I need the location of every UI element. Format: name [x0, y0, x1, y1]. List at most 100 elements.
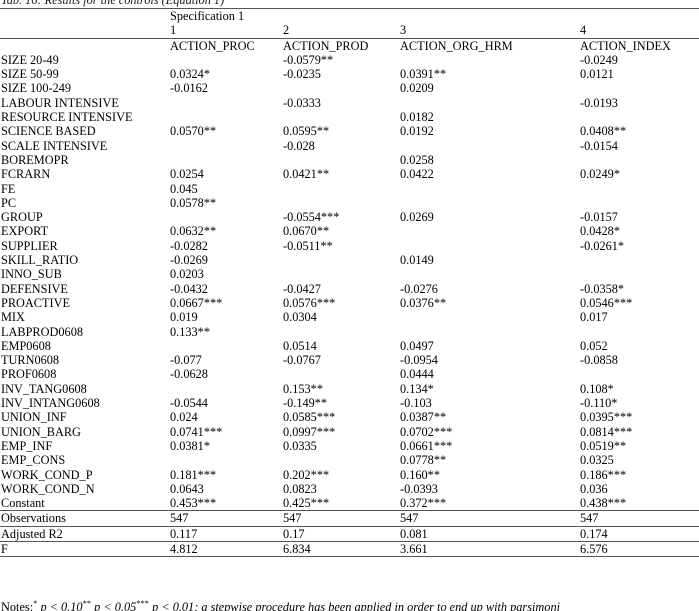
- coefficient-cell: [283, 267, 400, 281]
- coefficient-cell: -0.0282: [170, 238, 208, 253]
- table-row: DEFENSIVE -0.0432 -0.0427 -0.0276 -0.0358*: [0, 282, 699, 296]
- row-label: MIX: [1, 310, 25, 325]
- coefficient-cell: [283, 196, 400, 210]
- dependent-variable-row: ACTION_PROC ACTION_PROD ACTION_ORG_HRM A…: [0, 38, 699, 53]
- coefficient-cell: [170, 382, 283, 396]
- coefficient-cell: 0.036: [580, 481, 608, 496]
- summary-cell: 0.174: [580, 526, 699, 542]
- coefficient-cell: 0.372***: [400, 496, 580, 512]
- coefficient-cell: -0.0358*: [580, 281, 625, 296]
- summary-row-label: Adjusted R2: [0, 526, 170, 542]
- coefficient-cell: 0.425***: [283, 496, 400, 512]
- row-label: PROF0608: [1, 367, 57, 382]
- coefficient-cell: [400, 196, 580, 210]
- coefficient-cell: [580, 153, 699, 167]
- document-page: Tab. 16: Results for the controls (Equat…: [0, 0, 699, 611]
- table-row: RESOURCE INTENSIVE 0.0182: [0, 110, 699, 124]
- coefficient-cell: [283, 182, 400, 196]
- coefficient-cell: [283, 110, 400, 124]
- coefficient-cell: -0.0432: [170, 281, 208, 296]
- coefficient-cell: [580, 253, 699, 267]
- coefficient-cell: 0.0387**: [400, 410, 447, 425]
- coefficient-cell: 0.0254: [170, 167, 204, 182]
- coefficient-cell: [580, 110, 699, 124]
- coefficient-cell: -0.0427: [283, 281, 321, 296]
- coefficient-cell: [170, 139, 283, 153]
- coefficient-cell: -0.0269: [170, 253, 208, 268]
- coefficient-cell: 0.052: [580, 338, 608, 353]
- coefficient-cell: 0.0519**: [580, 438, 627, 453]
- coefficient-cell: [400, 239, 580, 253]
- row-label: SIZE 100-249: [1, 81, 72, 96]
- coefficient-cell: 0.0570**: [170, 124, 217, 139]
- coefficient-cell: 0.0391**: [400, 67, 447, 82]
- coefficient-cell: [170, 110, 283, 124]
- table-row: WORK_COND_N 0.0643 0.0823 -0.0393 0.036: [0, 482, 699, 496]
- coefficient-cell: 0.438***: [580, 496, 699, 512]
- coefficient-cell: 0.0595**: [283, 124, 330, 139]
- coefficient-cell: -0.0333: [283, 95, 321, 110]
- summary-row-label: Observations: [0, 510, 170, 527]
- row-label: SUPPLIER: [1, 238, 58, 253]
- spec-group-spacer: [0, 8, 170, 24]
- coefficient-cell: -0.028: [283, 138, 315, 153]
- spec-group-label: Specification 1: [170, 8, 699, 24]
- table-row: FE 0.045: [0, 182, 699, 196]
- coefficient-cell: [400, 96, 580, 110]
- column-number-2: 2: [283, 23, 400, 39]
- row-label: WORK_COND_N: [1, 481, 95, 496]
- coefficient-cell: 0.153**: [283, 381, 323, 396]
- summary-cell: 6.834: [283, 541, 400, 558]
- summary-row: Adjusted R2 0.117 0.17 0.081 0.174: [0, 526, 699, 542]
- coefficient-cell: 0.453***: [170, 496, 283, 512]
- coefficient-cell: 0.024: [170, 410, 198, 425]
- spec-group-row: Specification 1: [0, 8, 699, 24]
- column-number-row: 1 2 3 4: [0, 23, 699, 39]
- column-number-4: 4: [580, 23, 699, 39]
- coefficient-cell: -0.0261*: [580, 238, 625, 253]
- summary-cell: 3.661: [400, 541, 580, 558]
- coefficient-cell: 0.0421**: [283, 167, 330, 182]
- coefficient-cell: [580, 267, 699, 281]
- notes-sig3-text: p < 0.01; a stepwise procedure has been …: [152, 600, 561, 611]
- table-row: SCIENCE BASED 0.0570** 0.0595** 0.0192 0.040…: [0, 124, 699, 138]
- coefficient-cell: -0.0249: [580, 52, 618, 67]
- coefficient-cell: 0.0578**: [170, 195, 217, 210]
- row-label: FCRARN: [1, 167, 51, 182]
- coefficient-cell: [400, 182, 580, 196]
- coefficient-rows: SIZE 20-49 -0.0579** -0.0249 SIZE 50-99 0.03…: [0, 52, 699, 512]
- row-label: EXPORT: [1, 224, 49, 239]
- column-number-spacer: [0, 23, 170, 39]
- row-label: UNION_BARG: [1, 424, 81, 439]
- notes-sig2-text: p < 0.05: [94, 600, 137, 611]
- row-label: EMP0608: [1, 338, 51, 353]
- coefficient-cell: [400, 139, 580, 153]
- row-label: INNO_SUB: [1, 267, 62, 282]
- notes-sig3-stars: ***: [136, 600, 150, 608]
- coefficient-cell: 0.0997***: [283, 424, 336, 439]
- column-number-3: 3: [400, 23, 580, 39]
- summary-cell: 0.117: [170, 526, 283, 542]
- coefficient-cell: 0.019: [170, 310, 198, 325]
- table-row: SIZE 100-249 -0.0162 0.0209: [0, 81, 699, 95]
- table-notes: Notes:* p < 0.10** p < 0.05*** p < 0.01;…: [1, 600, 699, 611]
- table-row: Constant 0.453*** 0.425*** 0.372*** 0.438***: [0, 496, 699, 512]
- coefficient-cell: 0.0702***: [400, 424, 453, 439]
- coefficient-cell: 0.0304: [283, 310, 317, 325]
- notes-sig2-stars: **: [82, 600, 92, 608]
- coefficient-cell: [400, 310, 580, 324]
- coefficient-cell: -0.0767: [283, 353, 321, 368]
- coefficient-cell: 0.202***: [283, 467, 330, 482]
- table-row: LABOUR INTENSIVE -0.0333 -0.0193: [0, 96, 699, 110]
- coefficient-cell: 0.0149: [400, 253, 434, 268]
- coefficient-cell: 0.133**: [170, 324, 210, 339]
- table-row: SIZE 50-99 0.0324* -0.0235 0.0391** 0.0121: [0, 67, 699, 81]
- coefficient-cell: -0.149**: [283, 396, 328, 411]
- row-label: PC: [1, 195, 17, 210]
- coefficient-cell: [580, 81, 699, 95]
- coefficient-cell: 0.0269: [400, 210, 434, 225]
- coefficient-cell: 0.045: [170, 181, 198, 196]
- coefficient-cell: [580, 367, 699, 381]
- coefficient-cell: 0.0667***: [170, 295, 223, 310]
- coefficient-cell: 0.181***: [170, 467, 217, 482]
